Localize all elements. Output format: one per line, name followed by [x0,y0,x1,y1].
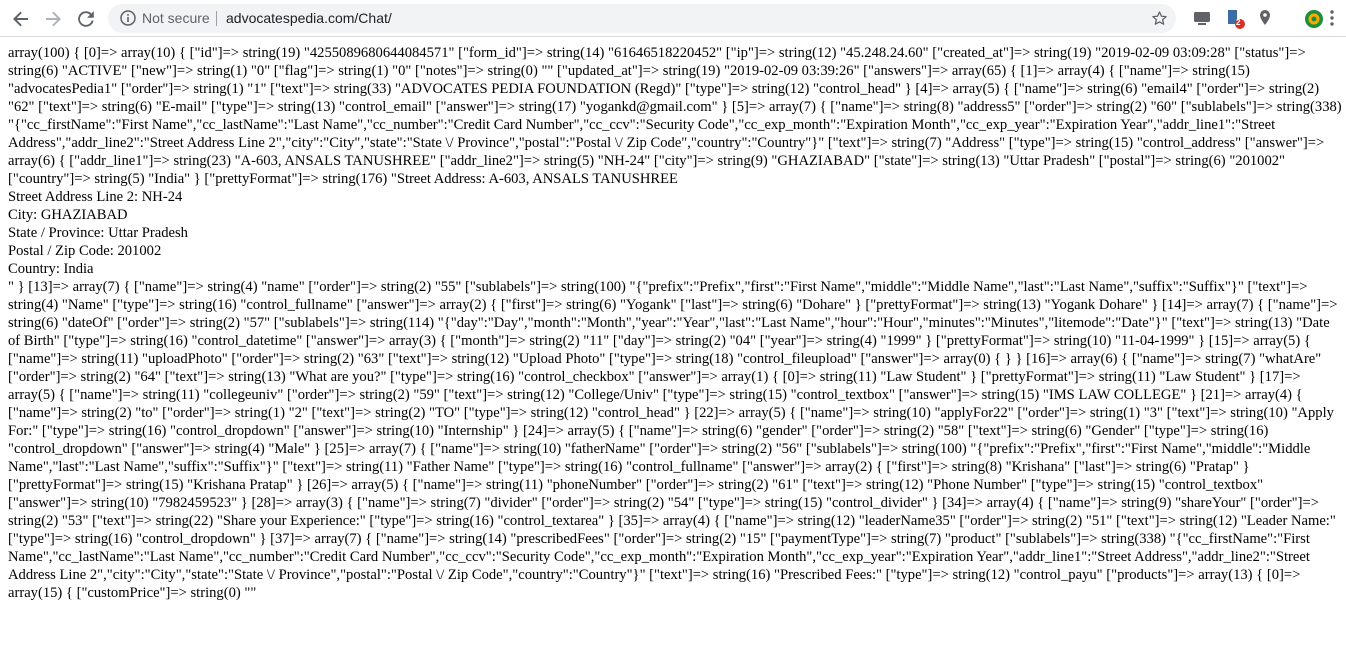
dump-line: " } [13]=> array(7) { ["name"]=> string(… [8,279,1338,601]
forward-button[interactable] [40,6,66,32]
dump-line: Country: India [8,261,94,277]
url-text[interactable]: advocatespedia.com/Chat/ [226,10,392,26]
extension-badge-count: 2 [1236,18,1241,27]
page-content: array(100) { [0]=> array(10) { ["id"]=> … [8,44,1342,650]
browser-toolbar: Not secure advocatespedia.com/Chat/ 2 [0,0,1346,37]
back-button[interactable] [8,6,34,32]
dump-line: Street Address Line 2: NH-24 [8,189,183,205]
bookmark-star-icon[interactable] [1151,10,1168,27]
forward-arrow-icon [46,11,61,27]
menu-icon[interactable] [1329,9,1346,27]
address-divider [216,11,217,26]
extension-badge-icon[interactable]: 2 [1226,9,1245,29]
dump-line: Postal / Zip Code: 201002 [8,243,162,259]
profile-avatar[interactable] [1304,9,1323,28]
extension-cast-icon[interactable] [1193,9,1211,27]
var-dump-output: array(100) { [0]=> array(10) { ["id"]=> … [8,44,1342,602]
back-arrow-icon [13,11,28,27]
dump-line: State / Province: Uttar Pradesh [8,225,188,241]
info-icon[interactable] [120,10,136,26]
reload-icon [78,11,94,27]
security-label[interactable]: Not secure [142,10,210,26]
location-pin-icon[interactable] [1257,9,1275,27]
address-bar[interactable]: Not secure advocatespedia.com/Chat/ [108,4,1176,33]
dump-line: City: GHAZIABAD [8,207,128,223]
reload-button[interactable] [73,6,99,32]
dump-line: array(100) { [0]=> array(10) { ["id"]=> … [8,45,1342,187]
